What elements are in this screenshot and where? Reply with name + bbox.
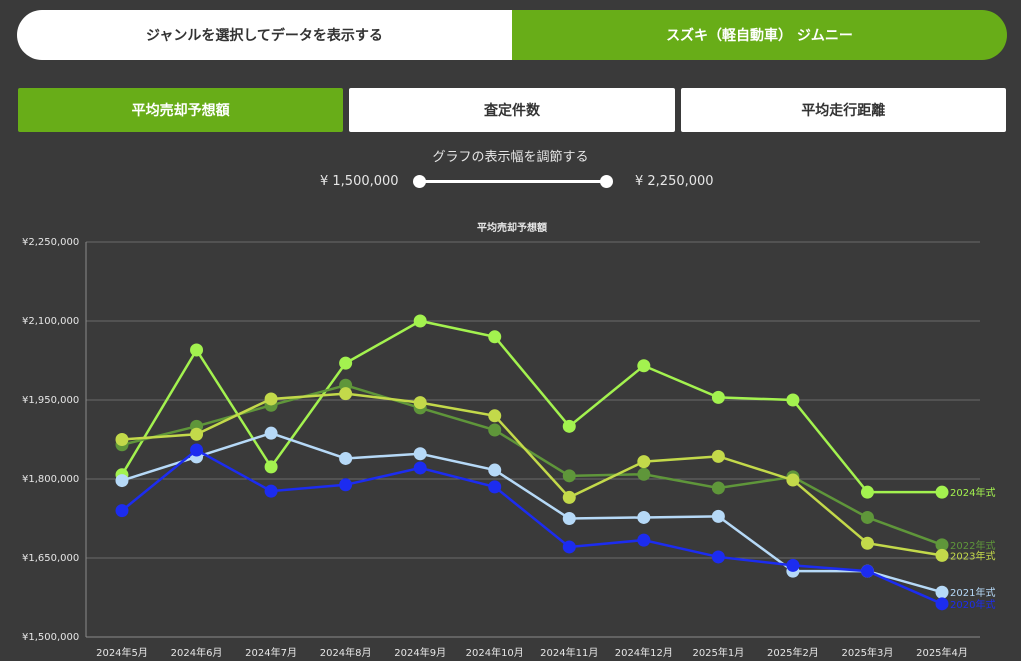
x-tick-label: 2024年11月 (540, 646, 598, 659)
data-point (115, 474, 129, 488)
data-point (935, 585, 949, 599)
data-point (786, 393, 800, 407)
data-point (860, 485, 874, 499)
data-point (413, 314, 427, 328)
data-point (562, 512, 576, 525)
x-tick-label: 2024年10月 (466, 646, 524, 659)
data-point (935, 548, 949, 562)
data-point (264, 392, 278, 406)
x-tick-label: 2025年4月 (916, 646, 968, 659)
data-point (711, 390, 725, 404)
chart-title: 平均売却予想額 (477, 221, 547, 234)
y-tick-label: ¥2,100,000 (22, 316, 79, 327)
series-label: 2023年式 (950, 549, 995, 562)
select-genre-button[interactable]: ジャンルを選択してデータを表示する (17, 10, 512, 60)
data-point (339, 387, 353, 401)
data-point (488, 330, 502, 344)
data-point (413, 461, 427, 475)
data-point (860, 564, 874, 578)
series-label: 2021年式 (950, 586, 995, 599)
y-tick-label: ¥2,250,000 (22, 237, 79, 248)
data-point (115, 504, 129, 518)
series-line (120, 319, 942, 494)
x-tick-label: 2024年8月 (320, 646, 372, 659)
data-point (637, 455, 651, 469)
series-line (121, 392, 943, 557)
data-point (711, 449, 725, 463)
y-tick-label: ¥1,650,000 (22, 553, 79, 564)
data-point (264, 460, 278, 474)
range-max-label: ¥ 2,250,000 (635, 174, 714, 189)
data-point (339, 356, 353, 370)
series-label: 2020年式 (950, 598, 995, 611)
x-tick-label: 2024年6月 (171, 646, 223, 659)
x-tick-label: 2024年12月 (615, 646, 673, 659)
data-point (413, 447, 427, 461)
data-point (488, 463, 502, 477)
range-slider-track[interactable] (419, 180, 607, 183)
data-point (860, 510, 874, 524)
data-point (488, 480, 502, 494)
metric-tabs: 平均売却予想額 査定件数 平均走行距離 (18, 88, 1006, 132)
selected-model-button[interactable]: スズキ（軽自動車） ジムニー (512, 10, 1007, 60)
series-line (121, 448, 943, 605)
y-tick-label: ¥1,950,000 (22, 395, 79, 406)
data-point (786, 473, 800, 487)
range-slider-min-handle[interactable] (413, 175, 426, 188)
y-tick-label: ¥1,500,000 (22, 632, 79, 643)
range-slider-max-handle[interactable] (600, 175, 613, 188)
data-point (115, 433, 129, 446)
data-point (786, 558, 800, 572)
data-point (562, 540, 576, 554)
data-point (935, 485, 949, 499)
data-point (413, 396, 427, 410)
range-title: グラフの表示幅を調節する (432, 150, 589, 165)
data-point (935, 597, 949, 611)
data-point (711, 481, 725, 495)
data-point (264, 484, 278, 498)
x-tick-label: 2025年3月 (842, 646, 894, 659)
range-min-label: ¥ 1,500,000 (320, 174, 399, 189)
data-point (860, 536, 874, 550)
tab-average-mileage[interactable]: 平均走行距離 (680, 88, 1006, 132)
series-line (121, 383, 943, 547)
x-tick-label: 2025年1月 (692, 646, 744, 659)
tab-appraisal-count[interactable]: 査定件数 (349, 88, 675, 132)
x-tick-label: 2024年9月 (394, 646, 446, 659)
data-point (190, 343, 204, 357)
data-point (488, 423, 502, 437)
data-point (339, 451, 353, 465)
data-point (562, 490, 576, 504)
genre-toggle: ジャンルを選択してデータを表示する スズキ（軽自動車） ジムニー (17, 10, 1007, 60)
data-point (190, 427, 204, 441)
data-point (637, 533, 651, 547)
data-point (264, 426, 278, 440)
x-tick-label: 2025年2月 (767, 646, 819, 659)
series-label: 2024年式 (950, 486, 995, 499)
x-tick-label: 2024年5月 (96, 646, 148, 659)
tab-average-sale-price[interactable]: 平均売却予想額 (18, 88, 344, 132)
price-line-chart: 平均売却予想額 ¥1,500,000 ¥1,650,000 ¥1,800,000 ¥1,… (22, 221, 995, 659)
data-point (562, 469, 576, 483)
x-tick-label: 2024年7月 (245, 646, 297, 659)
data-point (711, 550, 725, 564)
series-label: 2022年式 (950, 539, 995, 552)
data-point (637, 510, 651, 524)
data-point (711, 509, 725, 523)
data-point (562, 419, 576, 433)
y-tick-label: ¥1,800,000 (22, 474, 79, 485)
data-point (339, 478, 353, 492)
data-point (190, 443, 204, 457)
data-point (637, 359, 651, 373)
data-point (488, 409, 502, 423)
data-point (637, 467, 651, 481)
